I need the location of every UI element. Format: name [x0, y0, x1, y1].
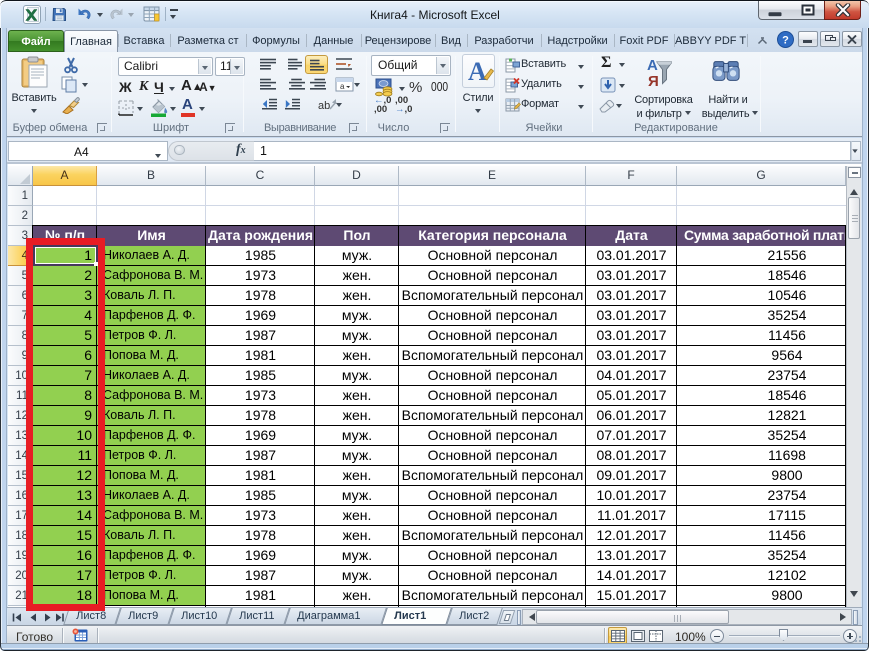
svg-text:А: А — [647, 57, 658, 74]
svg-text:a: a — [340, 82, 345, 91]
svg-text:?: ? — [782, 35, 789, 47]
svg-text:A: A — [468, 57, 487, 86]
svg-text:ab: ab — [318, 100, 330, 112]
svg-text:Я: Я — [648, 73, 659, 88]
